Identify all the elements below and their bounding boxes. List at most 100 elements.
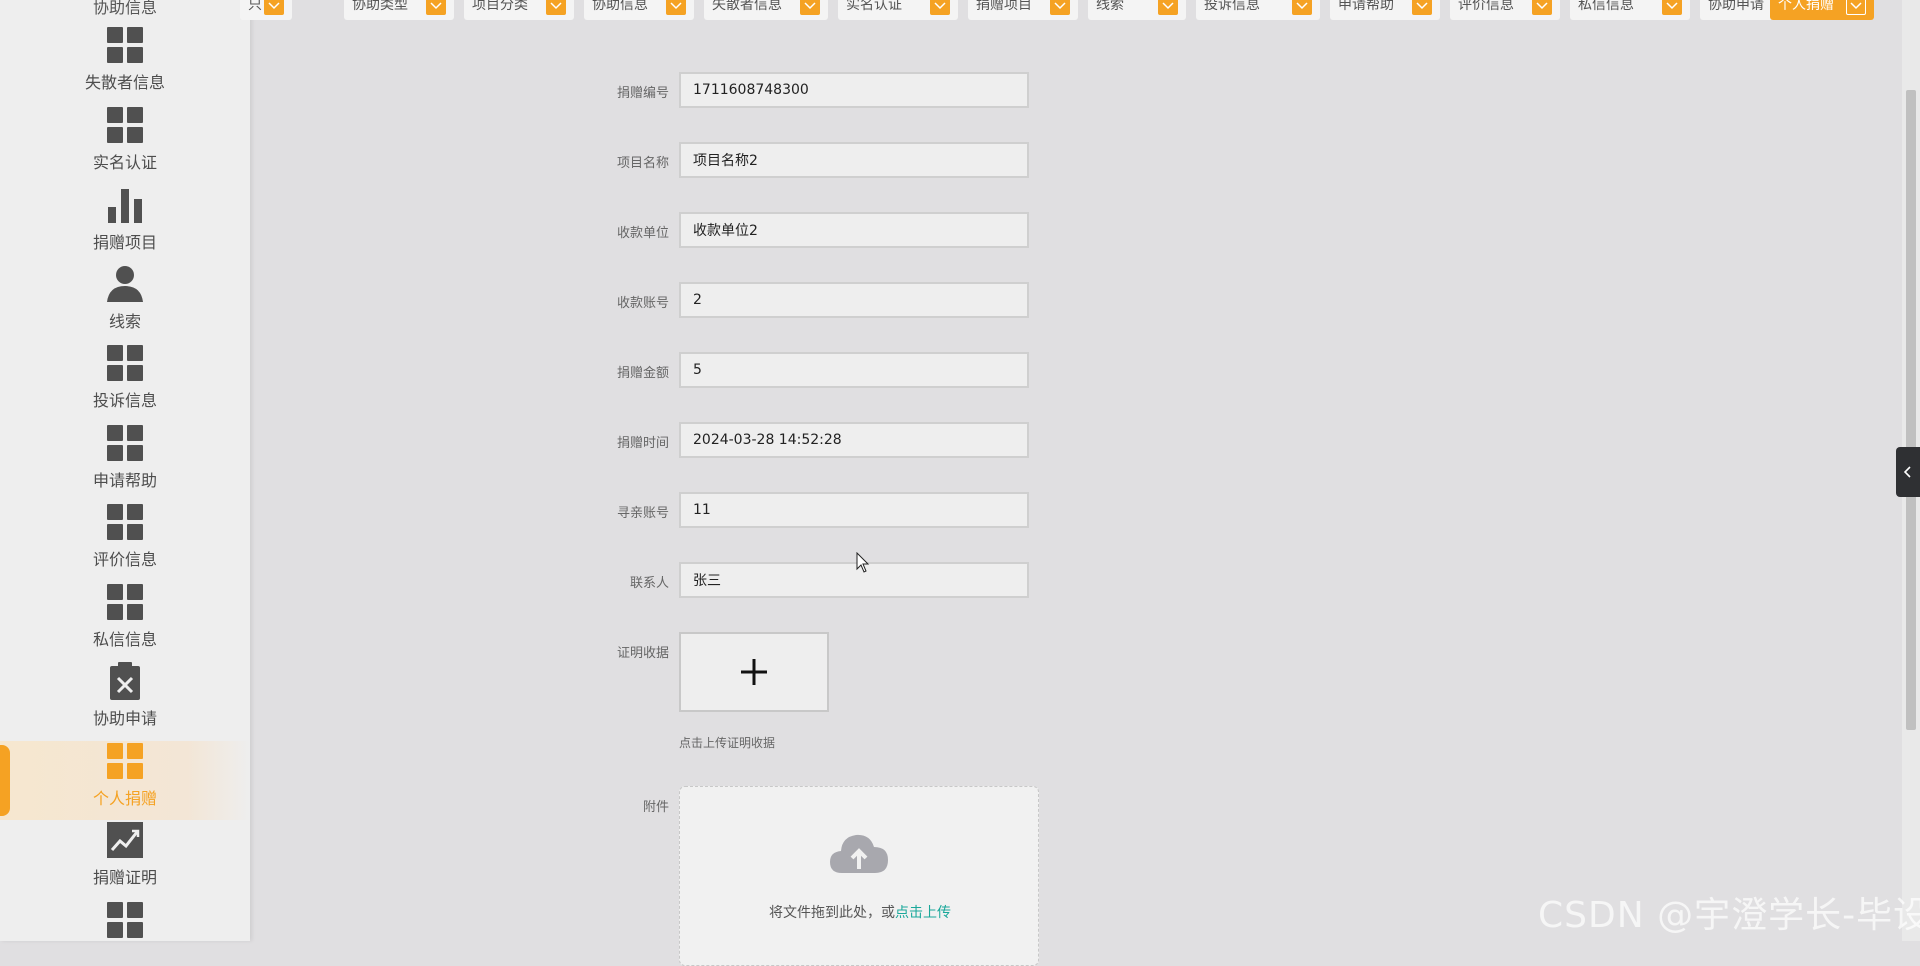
tab-4[interactable]: 协助信息 <box>584 0 694 20</box>
form-input[interactable] <box>679 562 1029 598</box>
grid-icon <box>105 423 145 463</box>
trend-chart-icon <box>105 820 145 860</box>
sidebar-item-12[interactable] <box>0 900 250 941</box>
tab-2[interactable]: 协助类型 <box>344 0 454 20</box>
receipt-upload-button[interactable] <box>679 632 829 712</box>
sidebar-item-3[interactable]: 捐赠项目 <box>0 185 250 264</box>
tab-label: 协助类型 <box>352 0 408 13</box>
tab-11[interactable]: 评价信息 <box>1450 0 1560 20</box>
tab-label: 投诉信息 <box>1204 0 1260 13</box>
tab-9[interactable]: 投诉信息 <box>1196 0 1320 20</box>
plus-icon <box>741 659 767 685</box>
sidebar-item-label: 协助申请 <box>92 709 157 728</box>
tab-label: 只 <box>248 0 262 13</box>
sidebar-item-label: 评价信息 <box>92 550 157 569</box>
form-label: 捐赠金额 <box>616 366 669 381</box>
tab-dropdown-icon[interactable] <box>1662 0 1682 15</box>
tab-dropdown-icon[interactable] <box>1050 0 1070 15</box>
sidebar-item-label: 私信信息 <box>92 630 157 649</box>
sidebar-item-6[interactable]: 申请帮助 <box>0 423 250 502</box>
tab-3[interactable]: 项目分类 <box>464 0 574 20</box>
tab-label: 失散者信息 <box>712 0 782 13</box>
form-input[interactable] <box>679 72 1029 108</box>
sidebar-item-4[interactable]: 线索 <box>0 264 250 343</box>
sidebar-item-label: 申请帮助 <box>92 471 157 490</box>
watermark: CSDN @宇澄学长-毕设 <box>1538 895 1920 936</box>
form-label: 证明收据 <box>616 646 669 661</box>
tab-dropdown-icon[interactable] <box>264 0 284 15</box>
sidebar: 协助信息 失散者信息实名认证捐赠项目线索投诉信息申请帮助评价信息私信信息协助申请… <box>0 0 250 941</box>
sidebar-item-10[interactable]: 个人捐赠 <box>0 741 250 820</box>
sidebar-item-1[interactable]: 失散者信息 <box>0 25 250 104</box>
form-input[interactable] <box>679 422 1029 458</box>
form-input[interactable] <box>679 282 1029 318</box>
sidebar-item-5[interactable]: 投诉信息 <box>0 343 250 422</box>
drag-text: 将文件拖到此处，或 <box>769 905 895 921</box>
sidebar-item-label: 个人捐赠 <box>92 789 157 808</box>
user-icon <box>105 264 145 304</box>
cloud-upload-icon <box>830 834 888 873</box>
tab-label: 私信信息 <box>1578 0 1634 13</box>
form-label: 项目名称 <box>616 156 669 171</box>
tab-label: 个人捐赠 <box>1778 0 1834 13</box>
sidebar-item-8[interactable]: 私信信息 <box>0 582 250 661</box>
form-label: 联系人 <box>629 576 669 591</box>
form-label: 附件 <box>642 800 669 815</box>
tab-label: 线索 <box>1096 0 1124 13</box>
tab-14[interactable]: 个人捐赠 <box>1770 0 1874 20</box>
tab-dropdown-icon[interactable] <box>930 0 950 15</box>
grid-icon <box>105 343 145 383</box>
tab-8[interactable]: 线索 <box>1088 0 1186 20</box>
chevron-left-icon <box>1904 466 1911 478</box>
sidebar-item-label: 捐赠项目 <box>92 233 157 252</box>
sidebar-item-label: 投诉信息 <box>92 391 157 410</box>
tab-dropdown-icon[interactable] <box>546 0 566 15</box>
tab-6[interactable]: 实名认证 <box>838 0 958 20</box>
tab-label: 捐赠项目 <box>976 0 1032 13</box>
tab-label: 评价信息 <box>1458 0 1514 13</box>
grid-icon <box>105 105 145 145</box>
tab-dropdown-icon[interactable] <box>1846 0 1866 15</box>
tab-dropdown-icon[interactable] <box>1412 0 1432 15</box>
tab-10[interactable]: 申请帮助 <box>1330 0 1440 20</box>
tab-5[interactable]: 失散者信息 <box>704 0 828 20</box>
sidebar-item-9[interactable]: 协助申请 <box>0 661 250 740</box>
click-upload-link[interactable]: 点击上传 <box>895 905 951 921</box>
tab-dropdown-icon[interactable] <box>1158 0 1178 15</box>
tab-7[interactable]: 捐赠项目 <box>968 0 1078 20</box>
tab-dropdown-icon[interactable] <box>1292 0 1312 15</box>
form-input[interactable] <box>679 352 1029 388</box>
sidebar-item-label-partial[interactable]: 协助信息 <box>0 0 250 18</box>
tab-label: 项目分类 <box>472 0 528 13</box>
bar-chart-icon <box>105 185 145 225</box>
form-label: 收款单位 <box>616 226 669 241</box>
tab-12[interactable]: 私信信息 <box>1570 0 1690 20</box>
tab-label: 协助信息 <box>592 0 648 13</box>
form-input[interactable] <box>679 142 1029 178</box>
grid-icon <box>105 502 145 542</box>
grid-icon <box>105 582 145 622</box>
form-input[interactable] <box>679 212 1029 248</box>
tab-1[interactable]: 只 <box>240 0 292 20</box>
tab-label: 实名认证 <box>846 0 902 13</box>
grid-icon <box>105 900 145 940</box>
attachment-dropzone[interactable]: 将文件拖到此处，或点击上传 <box>679 786 1039 966</box>
tab-label: 协助申请 <box>1708 0 1764 13</box>
sidebar-item-11[interactable]: 捐赠证明 <box>0 820 250 899</box>
clipboard-x-icon <box>105 661 145 701</box>
tab-dropdown-icon[interactable] <box>426 0 446 15</box>
grid-icon <box>105 25 145 65</box>
mouse-cursor-icon <box>856 552 870 573</box>
tab-dropdown-icon[interactable] <box>666 0 686 15</box>
tab-dropdown-icon[interactable] <box>800 0 820 15</box>
form-input[interactable] <box>679 492 1029 528</box>
collapse-handle[interactable] <box>1896 447 1920 497</box>
tab-label: 申请帮助 <box>1338 0 1394 13</box>
sidebar-item-2[interactable]: 实名认证 <box>0 105 250 184</box>
scrollbar-thumb[interactable] <box>1906 90 1916 730</box>
sidebar-item-7[interactable]: 评价信息 <box>0 502 250 581</box>
form-label: 捐赠编号 <box>616 86 669 101</box>
sidebar-item-label: 失散者信息 <box>84 73 165 92</box>
dropzone-text: 将文件拖到此处，或点击上传 <box>680 902 1040 922</box>
tab-dropdown-icon[interactable] <box>1532 0 1552 15</box>
